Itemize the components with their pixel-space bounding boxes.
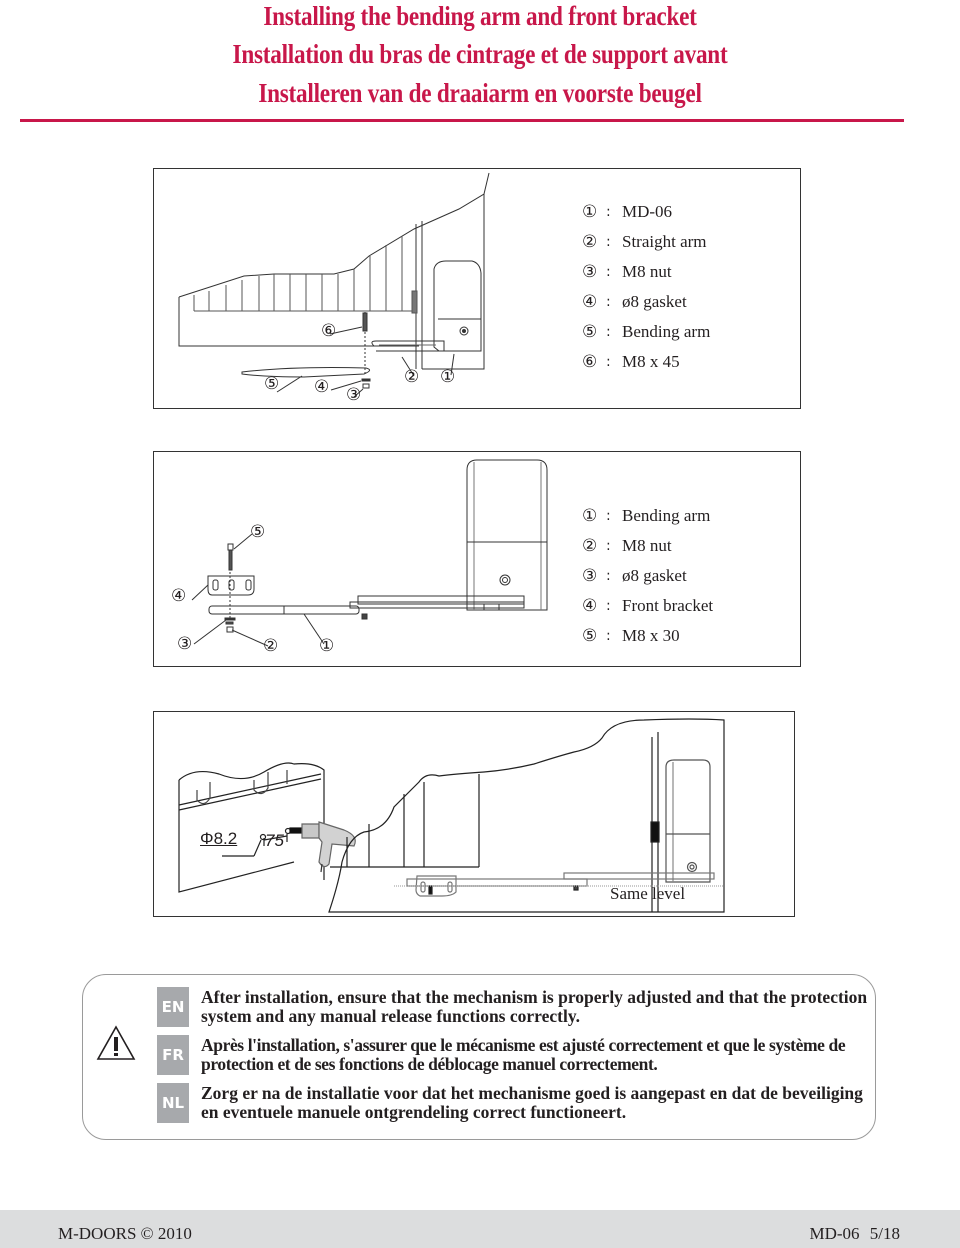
- title-divider: [20, 119, 904, 122]
- warning-triangle-icon: [96, 1025, 136, 1060]
- callout-1: ①: [440, 367, 456, 387]
- legend-item: ①: MD-06: [582, 202, 673, 222]
- parts-legend-2: ①: Bending arm ②: M8 nut ③: ø8 gasket ④: Fro…: [582, 501, 713, 651]
- legend-item: ③: ø8 gasket: [582, 566, 687, 586]
- legend-item: ①: Bending arm: [582, 506, 711, 526]
- warning-text-nl: Zorg er na de installatie voor dat het m…: [201, 1083, 863, 1122]
- legend-item: ⑤: M8 x 30: [582, 626, 680, 646]
- footer-page-info: MD-06 5/18: [809, 1224, 900, 1244]
- callout-2: ②: [404, 367, 420, 387]
- language-badge-nl: NL: [157, 1083, 189, 1123]
- legend-item: ②: M8 nut: [582, 536, 672, 556]
- legend-item: ⑥: M8 x 45: [582, 352, 680, 372]
- legend-item: ⑤: Bending arm: [582, 322, 711, 342]
- page-title-fr: Installation du bras de cintrage et de s…: [232, 39, 728, 69]
- callout-3: ③: [177, 634, 193, 654]
- page-number: 5/18: [869, 1224, 900, 1243]
- drill-icon: [289, 821, 356, 873]
- figure-straight-arm-assembly: ⑥ ⑤ ④ ③ ② ① ①: MD-06 ②: Straight arm ③: M8 …: [153, 168, 801, 409]
- legend-item: ④: Front bracket: [582, 596, 714, 616]
- page-title-nl: Installeren van de draaiarm en voorste b…: [258, 78, 702, 108]
- footer-model: MD-06: [809, 1224, 860, 1243]
- figure-front-bracket-assembly: ⑤ ④ ③ ② ① ①: Bending arm ②: M8 nut ③: ø8 ga…: [153, 451, 801, 667]
- figure-drilling-same-level: Φ8.2 75 Same level: [153, 711, 795, 917]
- same-level-label: Same level: [610, 884, 686, 903]
- footer-brand: M-DOORS © 2010: [58, 1224, 192, 1243]
- callout-4: ④: [314, 377, 330, 397]
- legend-item: ④: ø8 gasket: [582, 292, 687, 312]
- page-title-en: Installing the bending arm and front bra…: [263, 1, 697, 31]
- callout-2: ②: [263, 636, 279, 656]
- callout-4: ④: [171, 586, 187, 606]
- language-badge-fr: FR: [157, 1035, 189, 1075]
- warning-text-en: After installation, ensure that the mech…: [201, 987, 868, 1026]
- callout-1: ①: [319, 636, 335, 656]
- hole-diameter-label: Φ8.2: [200, 829, 238, 848]
- callout-5: ⑤: [250, 522, 266, 542]
- callout-5: ⑤: [264, 374, 280, 394]
- callout-3: ③: [346, 385, 362, 405]
- warning-text-fr: Après l'installation, s'assurer que le m…: [201, 1035, 846, 1074]
- drill-distance-label: 75: [265, 831, 284, 850]
- callout-6: ⑥: [321, 321, 337, 341]
- page-footer: M-DOORS © 2010 MD-06 5/18: [0, 1210, 960, 1248]
- safety-warning-box: EN FR NL After installation, ensure that…: [82, 974, 876, 1140]
- parts-legend-1: ①: MD-06 ②: Straight arm ③: M8 nut ④: ø8 gas…: [582, 197, 710, 377]
- drilling-diagram: [178, 718, 725, 913]
- legend-item: ③: M8 nut: [582, 262, 672, 282]
- language-badge-en: EN: [157, 987, 189, 1027]
- legend-item: ②: Straight arm: [582, 232, 707, 252]
